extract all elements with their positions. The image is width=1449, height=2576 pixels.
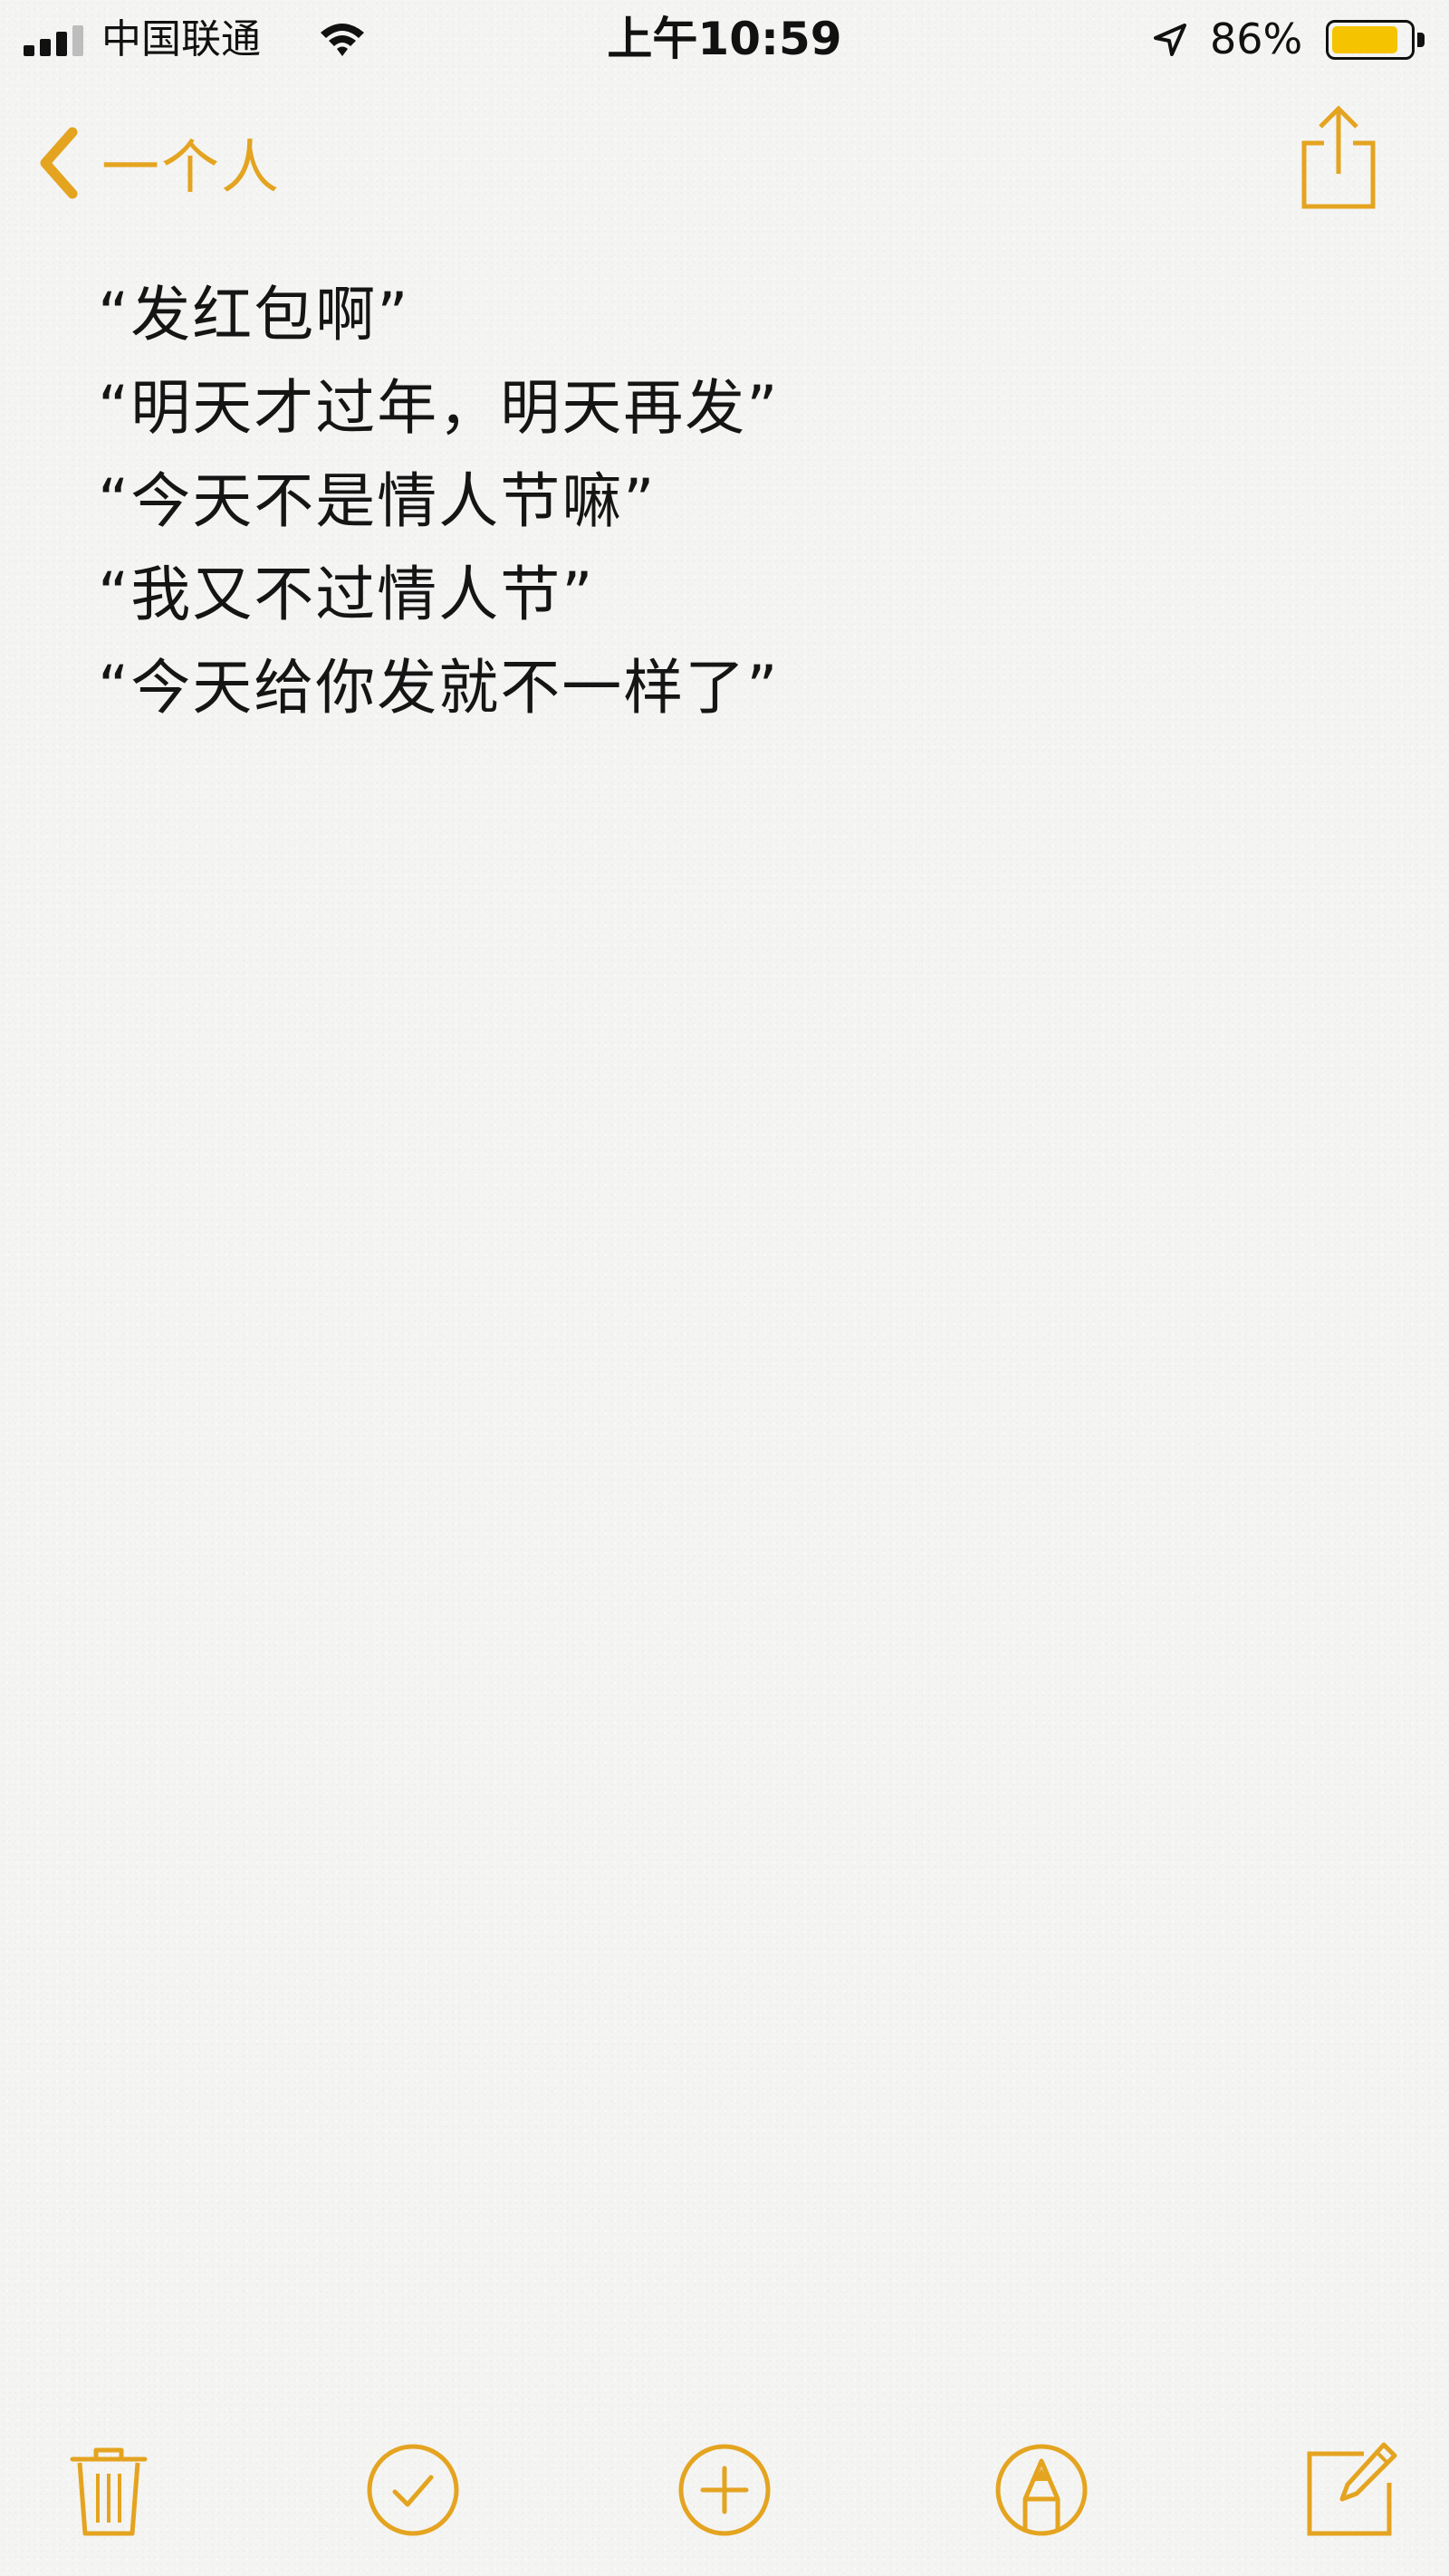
- trash-icon: [70, 2447, 148, 2536]
- location-arrow-icon: [1154, 24, 1186, 56]
- add-icon: [678, 2444, 771, 2536]
- markup-icon: [995, 2444, 1088, 2536]
- share-button[interactable]: [1295, 101, 1382, 214]
- status-bar: 中国联通 上午10:59 86%: [0, 0, 1449, 81]
- compose-button[interactable]: [1297, 2436, 1406, 2544]
- chevron-left-icon: [40, 127, 78, 199]
- battery-icon: [1326, 20, 1415, 60]
- note-body[interactable]: “发红包啊” “明天才过年，明天再发” “今天不是情人节嘛” “我又不过情人节”…: [98, 268, 1384, 734]
- battery-percentage: 86%: [1210, 14, 1303, 63]
- add-button[interactable]: [670, 2436, 779, 2544]
- back-label: 一个人: [101, 135, 281, 202]
- battery-level-fill: [1332, 26, 1397, 53]
- checklist-button[interactable]: [359, 2436, 467, 2544]
- battery-cap: [1417, 33, 1425, 47]
- bottom-toolbar: [0, 2436, 1449, 2544]
- note-line: “我又不过情人节”: [98, 560, 595, 629]
- share-icon: [1301, 105, 1376, 209]
- compose-icon: [1307, 2442, 1397, 2536]
- back-button[interactable]: 一个人: [36, 118, 281, 208]
- note-line: “发红包啊”: [98, 280, 410, 350]
- note-line: “明天才过年，明天再发”: [98, 373, 780, 443]
- delete-button[interactable]: [54, 2436, 163, 2544]
- markup-button[interactable]: [987, 2436, 1096, 2544]
- note-line: “今天不是情人节嘛”: [98, 466, 657, 536]
- checklist-icon: [367, 2444, 459, 2536]
- note-line: “今天给你发就不一样了”: [98, 653, 780, 723]
